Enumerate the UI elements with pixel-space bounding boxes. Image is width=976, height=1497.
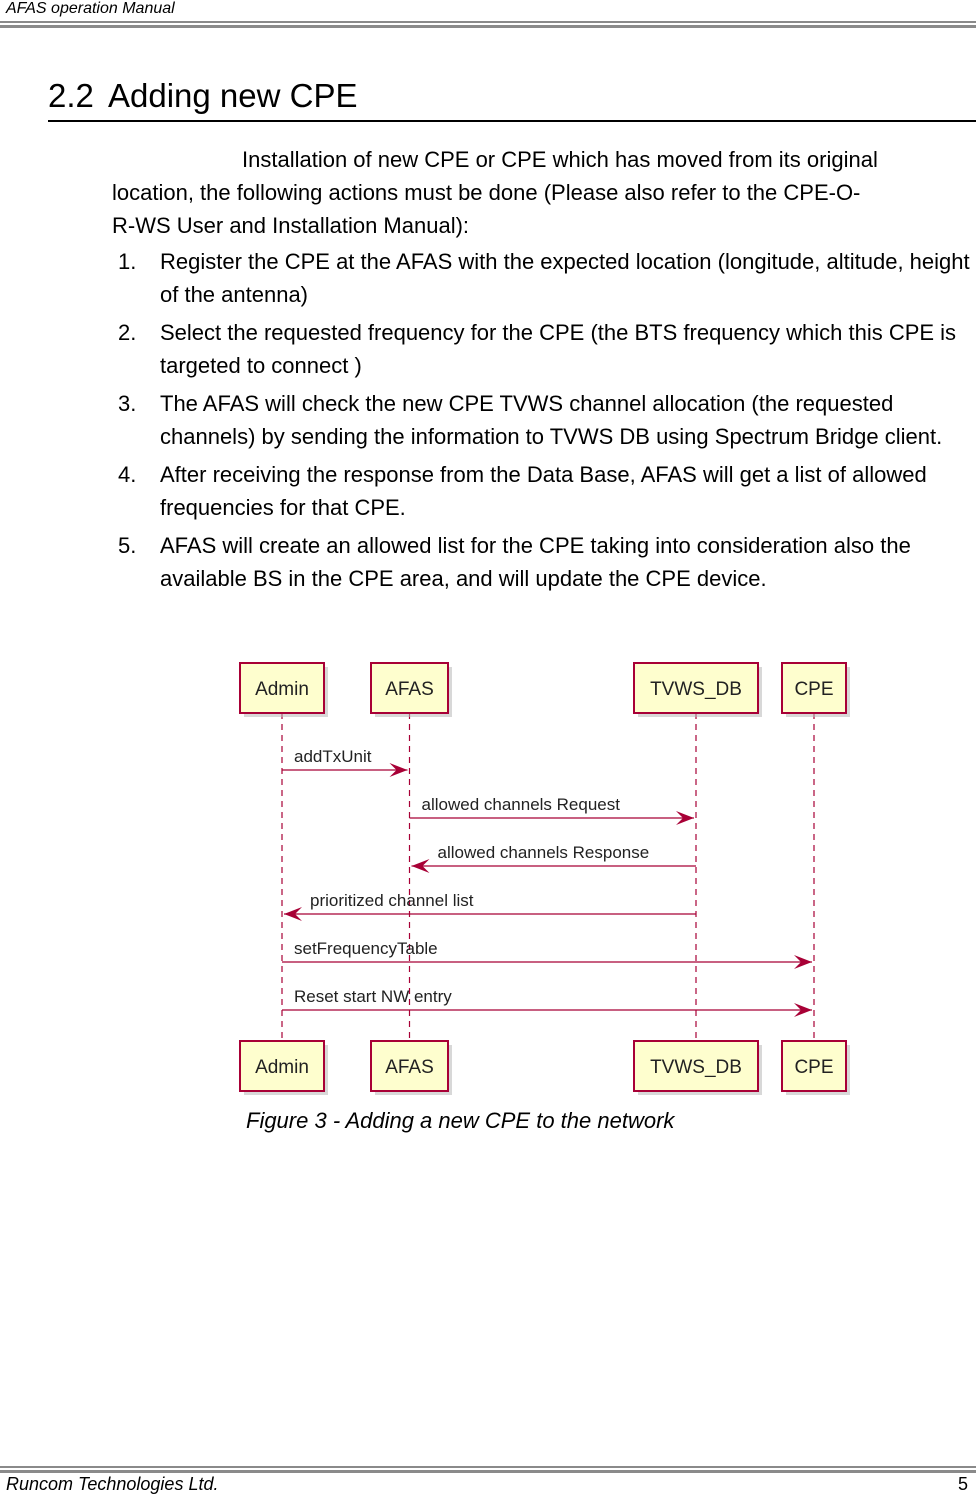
participant-label-afas: AFAS bbox=[385, 679, 434, 700]
step-item: 5. AFAS will create an allowed list for t… bbox=[118, 529, 976, 595]
step-number: 4. bbox=[118, 462, 137, 487]
step-number: 1. bbox=[118, 249, 137, 274]
step-item: 1. Register the CPE at the AFAS with the … bbox=[118, 245, 976, 311]
intro-line: Installation of new CPE or CPE which has… bbox=[242, 147, 878, 172]
intro-paragraph: Installation of new CPE or CPE which has… bbox=[112, 143, 974, 242]
step-text: Select the requested frequency for the C… bbox=[160, 320, 957, 378]
participant-label-cpe: CPE bbox=[794, 679, 833, 700]
message-label: setFrequencyTable bbox=[294, 939, 438, 958]
intro-line: R-WS User and Installation Manual): bbox=[112, 213, 470, 238]
running-header: AFAS operation Manual bbox=[6, 0, 175, 17]
step-item: 4. After receiving the response from the … bbox=[118, 458, 976, 524]
participant-label-admin: Admin bbox=[255, 1057, 309, 1078]
message-label: addTxUnit bbox=[294, 747, 372, 766]
message-label: allowed channels Request bbox=[422, 795, 621, 814]
footer-company: Runcom Technologies Ltd. bbox=[6, 1474, 219, 1494]
sequence-diagram-svg: Admin Admin AFAS AFAS TVWS_DB TVWS_DB CPE CPE ad… bbox=[239, 662, 850, 1095]
message-label: prioritized channel list bbox=[310, 891, 474, 910]
step-number: 5. bbox=[118, 533, 137, 558]
step-number: 3. bbox=[118, 391, 137, 416]
step-text: Register the CPE at the AFAS with the ex… bbox=[160, 249, 970, 307]
participant-label-cpe: CPE bbox=[794, 1057, 833, 1078]
message-label: allowed channels Response bbox=[438, 843, 650, 862]
step-text: After receiving the response from the Da… bbox=[160, 462, 927, 520]
section-heading: 2.2 Adding new CPE bbox=[48, 76, 976, 122]
page-number: 5 bbox=[957, 1474, 968, 1494]
section-number: 2.2 bbox=[48, 77, 94, 114]
section-title: Adding new CPE bbox=[108, 77, 358, 114]
participant-label-tvws: TVWS_DB bbox=[650, 1057, 742, 1078]
step-text: AFAS will create an allowed list for the… bbox=[160, 533, 911, 591]
message-label: Reset start NW entry bbox=[294, 987, 452, 1006]
step-number: 2. bbox=[118, 320, 137, 345]
step-text: The AFAS will check the new CPE TVWS cha… bbox=[160, 391, 943, 449]
figure-caption: Figure 3 - Adding a new CPE to the netwo… bbox=[246, 1108, 675, 1133]
header-rule bbox=[0, 21, 976, 28]
footer-rule bbox=[0, 1466, 976, 1473]
participant-label-afas: AFAS bbox=[385, 1057, 434, 1078]
sequence-diagram: Admin Admin AFAS AFAS TVWS_DB TVWS_DB CPE CPE ad… bbox=[230, 655, 870, 1105]
participant-label-tvws: TVWS_DB bbox=[650, 679, 742, 700]
step-item: 2. Select the requested frequency for the… bbox=[118, 316, 976, 382]
steps-list: 1. Register the CPE at the AFAS with the … bbox=[118, 245, 976, 600]
step-item: 3. The AFAS will check the new CPE TVWS c… bbox=[118, 387, 976, 453]
intro-line: location, the following actions must be … bbox=[112, 180, 861, 205]
participant-label-admin: Admin bbox=[255, 679, 309, 700]
